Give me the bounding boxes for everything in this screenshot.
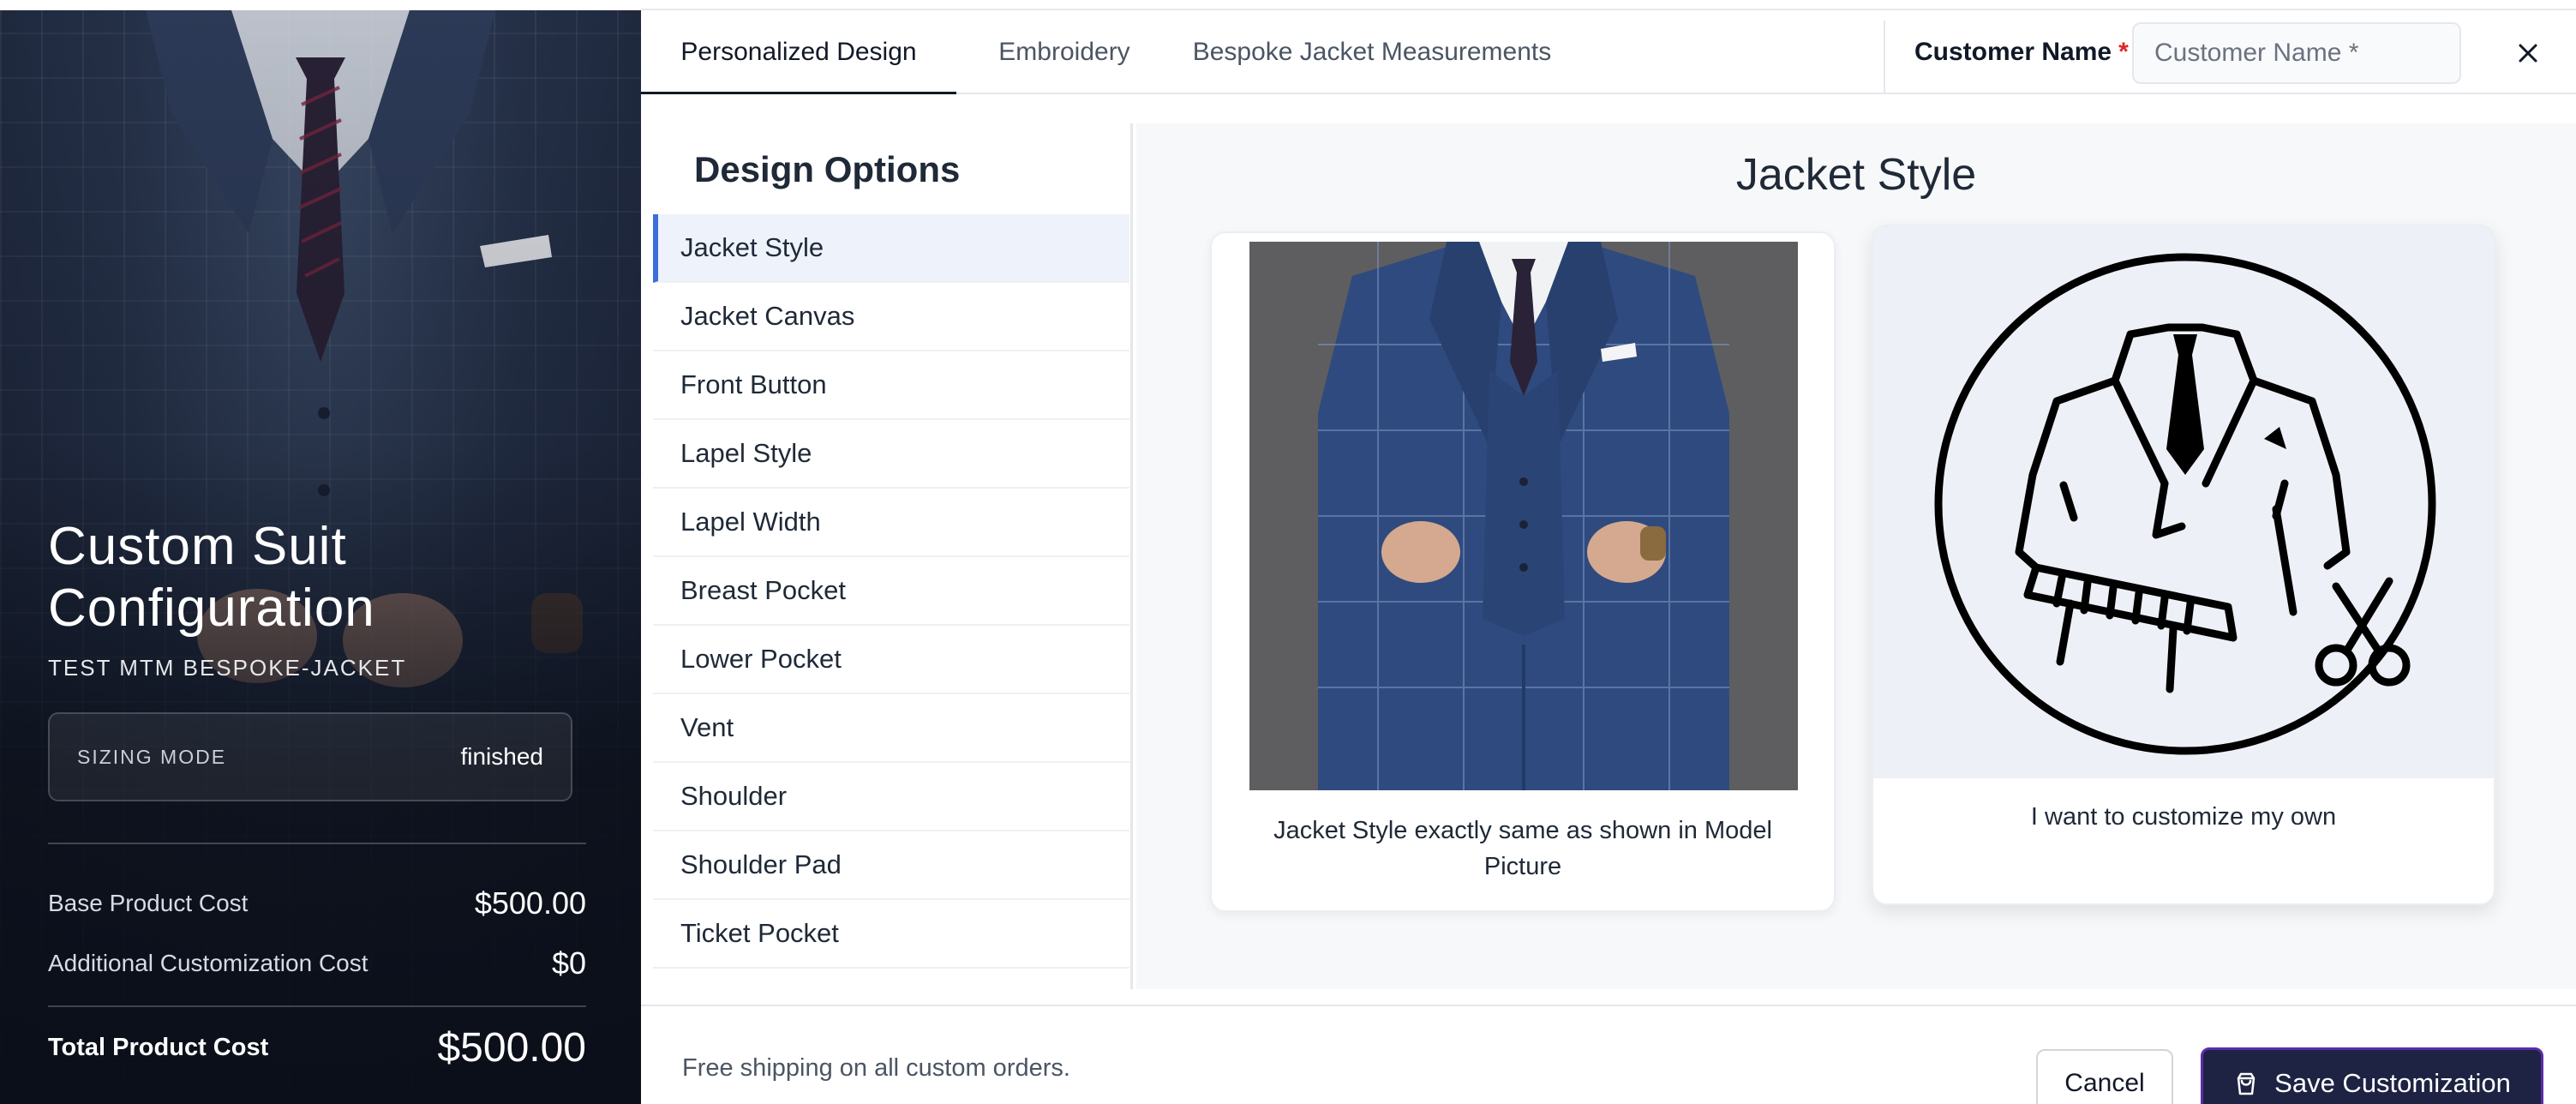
tab-embroidery[interactable]: Embroidery: [956, 10, 1172, 94]
customer-name-label: Customer Name *: [1914, 10, 2129, 94]
option-lapel-width[interactable]: Lapel Width: [653, 489, 1129, 557]
sizing-mode-value: finished: [460, 743, 543, 770]
save-customization-button[interactable]: Save Customization: [2201, 1047, 2543, 1104]
option-vent[interactable]: Vent: [653, 694, 1129, 763]
card-caption: Jacket Style exactly same as shown in Mo…: [1273, 817, 1772, 880]
save-customization-label: Save Customization: [2274, 1068, 2511, 1098]
option-lapel-style[interactable]: Lapel Style: [653, 420, 1129, 489]
base-cost-row: Base Product Cost $500.00: [48, 885, 586, 921]
option-front-button[interactable]: Front Button: [653, 351, 1129, 420]
shipping-note: Free shipping on all custom orders.: [682, 1053, 1070, 1082]
hero-title-line2: Configuration: [48, 579, 375, 638]
style-card-customize-own[interactable]: I want to customize my own: [1872, 225, 2495, 905]
customer-name-label-text: Customer Name: [1914, 38, 2112, 66]
option-shoulder[interactable]: Shoulder: [653, 763, 1129, 831]
detail-title: Jacket Style: [1735, 150, 1977, 200]
design-options-panel: Design Options Jacket Style Jacket Canva…: [653, 123, 1133, 989]
close-button[interactable]: [2502, 27, 2554, 79]
tab-bar: Personalized Design Embroidery Bespoke J…: [641, 10, 2576, 96]
additional-cost-label: Additional Customization Cost: [48, 950, 368, 976]
required-mark: *: [2118, 38, 2129, 66]
main-content: Design Options Jacket Style Jacket Canva…: [641, 94, 2576, 1005]
option-lower-pocket[interactable]: Lower Pocket: [653, 626, 1129, 694]
tab-bespoke-jacket-measurements[interactable]: Bespoke Jacket Measurements: [1172, 10, 1572, 94]
product-subtitle: TEST MTM BESPOKE-JACKET: [48, 655, 407, 681]
hero-title-line1: Custom Suit: [48, 517, 347, 576]
design-options-list: Jacket Style Jacket Canvas Front Button …: [653, 214, 1129, 969]
top-strip: [641, 0, 2576, 10]
option-breast-pocket[interactable]: Breast Pocket: [653, 557, 1129, 626]
app-root: Custom Suit Configuration TEST MTM BESPO…: [0, 0, 2576, 1104]
hero-panel: Custom Suit Configuration TEST MTM BESPO…: [0, 10, 641, 1104]
option-jacket-canvas[interactable]: Jacket Canvas: [653, 283, 1129, 351]
style-card-model-picture[interactable]: Jacket Style exactly same as shown in Mo…: [1210, 231, 1836, 912]
base-cost-label: Base Product Cost: [48, 890, 249, 916]
footer-bar: Free shipping on all custom orders. Canc…: [641, 1005, 2576, 1104]
option-shoulder-pad[interactable]: Shoulder Pad: [653, 831, 1129, 900]
option-jacket-style[interactable]: Jacket Style: [653, 214, 1129, 283]
model-suit-photo: [1249, 242, 1798, 790]
total-cost-row: Total Product Cost $500.00: [48, 1024, 586, 1071]
hero-content: Custom Suit Configuration TEST MTM BESPO…: [48, 516, 586, 1071]
jacket-scissors-icon: [1873, 226, 2494, 778]
shopping-bag-icon: [2237, 1072, 2255, 1095]
option-ticket-pocket[interactable]: Ticket Pocket: [653, 900, 1129, 969]
additional-cost-row: Additional Customization Cost $0: [48, 945, 586, 981]
design-options-title: Design Options: [694, 149, 961, 189]
hero-title: Custom Suit Configuration: [48, 516, 586, 639]
divider: [1884, 21, 1885, 93]
tab-personalized-design[interactable]: Personalized Design: [641, 10, 956, 96]
close-icon: [2519, 44, 2537, 63]
card-caption: I want to customize my own: [2030, 803, 2337, 831]
total-cost-label: Total Product Cost: [48, 1034, 269, 1061]
sizing-mode-box: SIZING MODE finished: [48, 712, 572, 801]
customer-name-input[interactable]: [2132, 22, 2461, 84]
divider: [48, 843, 586, 844]
divider: [48, 1005, 586, 1007]
option-detail-panel: Jacket Style Jacket Style exactly same a…: [1136, 123, 2576, 989]
sizing-mode-label: SIZING MODE: [77, 745, 227, 768]
additional-cost-value: $0: [551, 945, 586, 981]
cancel-button[interactable]: Cancel: [2036, 1049, 2173, 1104]
total-cost-value: $500.00: [437, 1025, 586, 1071]
base-cost-value: $500.00: [474, 885, 586, 921]
